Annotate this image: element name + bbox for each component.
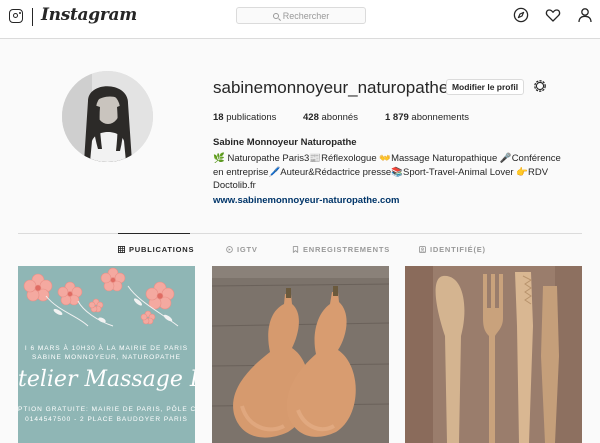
grid-icon xyxy=(118,246,125,253)
edit-profile-button[interactable]: Modifier le profil xyxy=(446,79,524,95)
tab-label: PUBLICATIONS xyxy=(129,245,195,254)
tab-label: ENREGISTREMENTS xyxy=(303,245,391,254)
profile-username: sabinemonnoyeur_naturopathe xyxy=(213,78,449,97)
post-thumbnail-squash-photo[interactable] xyxy=(212,266,389,443)
bio-line: 🌿 Naturopathe Paris3📰Réflexologue 👐Massa… xyxy=(213,153,561,164)
bio-line: en entreprise🖊️Auteur&Rédactrice presse📚… xyxy=(213,166,549,178)
search-icon xyxy=(272,12,279,19)
post-thumbnail-utensils-photo[interactable] xyxy=(405,266,582,443)
posts-label: publications xyxy=(226,112,277,123)
profile-bio: 🌿 Naturopathe Paris3📰Réflexologue 👐Massa… xyxy=(213,152,583,193)
flyer-footer-line: PTION GRATUITE: MAIRIE DE PARIS, PÔLE C xyxy=(18,406,195,413)
settings-gear-icon[interactable] xyxy=(532,78,548,94)
instagram-glyph-icon[interactable] xyxy=(9,9,23,23)
top-navigation-bar: Instagram Rechercher xyxy=(0,0,600,39)
heart-icon[interactable] xyxy=(545,7,561,23)
butternut-squash-photo xyxy=(212,266,389,443)
tabs-divider xyxy=(18,233,582,234)
active-tab-indicator xyxy=(118,233,190,234)
search-input[interactable]: Rechercher xyxy=(236,7,366,24)
following-label: abonnements xyxy=(411,112,469,123)
wooden-utensils-photo xyxy=(405,266,582,443)
followers-count-stat[interactable]: 428 abonnés xyxy=(303,112,358,123)
igtv-icon xyxy=(226,246,233,253)
post-thumbnail-event-flyer[interactable]: I 6 MARS À 10H30 À LA MAIRIE DE PARIS SA… xyxy=(18,266,195,443)
tab-igtv[interactable]: IGTV xyxy=(226,245,258,254)
bio-line: Doctolib.fr xyxy=(213,180,256,191)
tab-publications[interactable]: PUBLICATIONS xyxy=(118,245,194,254)
profile-full-name: Sabine Monnoyeur Naturopathe xyxy=(213,137,357,148)
tab-label: IDENTIFIÉ(E) xyxy=(430,245,486,254)
following-count-stat[interactable]: 1 879 abonnements xyxy=(385,112,469,123)
posts-count: 18 xyxy=(213,112,224,123)
profile-person-icon[interactable] xyxy=(577,7,593,23)
followers-label: abonnés xyxy=(321,112,358,123)
flyer-script-title: telier Massage B xyxy=(18,367,195,392)
tab-saved[interactable]: ENREGISTREMENTS xyxy=(292,245,390,254)
flyer-text-line: I 6 MARS À 10H30 À LA MAIRIE DE PARIS xyxy=(24,345,189,352)
explore-compass-icon[interactable] xyxy=(513,7,529,23)
search-placeholder: Rechercher xyxy=(282,10,330,21)
following-count: 1 879 xyxy=(385,112,409,123)
posts-count-stat[interactable]: 18 publications xyxy=(213,112,276,123)
tab-label: IGTV xyxy=(237,245,258,254)
instagram-wordmark-logo[interactable]: Instagram xyxy=(41,5,137,25)
avatar-photo xyxy=(62,71,153,162)
flyer-text-line: SABINE MONNOYEUR, NATUROPATHE xyxy=(32,354,181,361)
bookmark-icon xyxy=(292,246,299,253)
profile-avatar[interactable] xyxy=(62,71,153,162)
flyer-footer-line: 0144547500 - 2 PLACE BAUDOYER PARIS xyxy=(25,416,188,423)
profile-website-link[interactable]: www.sabinemonnoyeur-naturopathe.com xyxy=(213,195,400,206)
tab-tagged[interactable]: IDENTIFIÉ(E) xyxy=(419,245,486,254)
followers-count: 428 xyxy=(303,112,319,123)
tagged-icon xyxy=(419,246,426,253)
logo-separator xyxy=(32,8,33,26)
